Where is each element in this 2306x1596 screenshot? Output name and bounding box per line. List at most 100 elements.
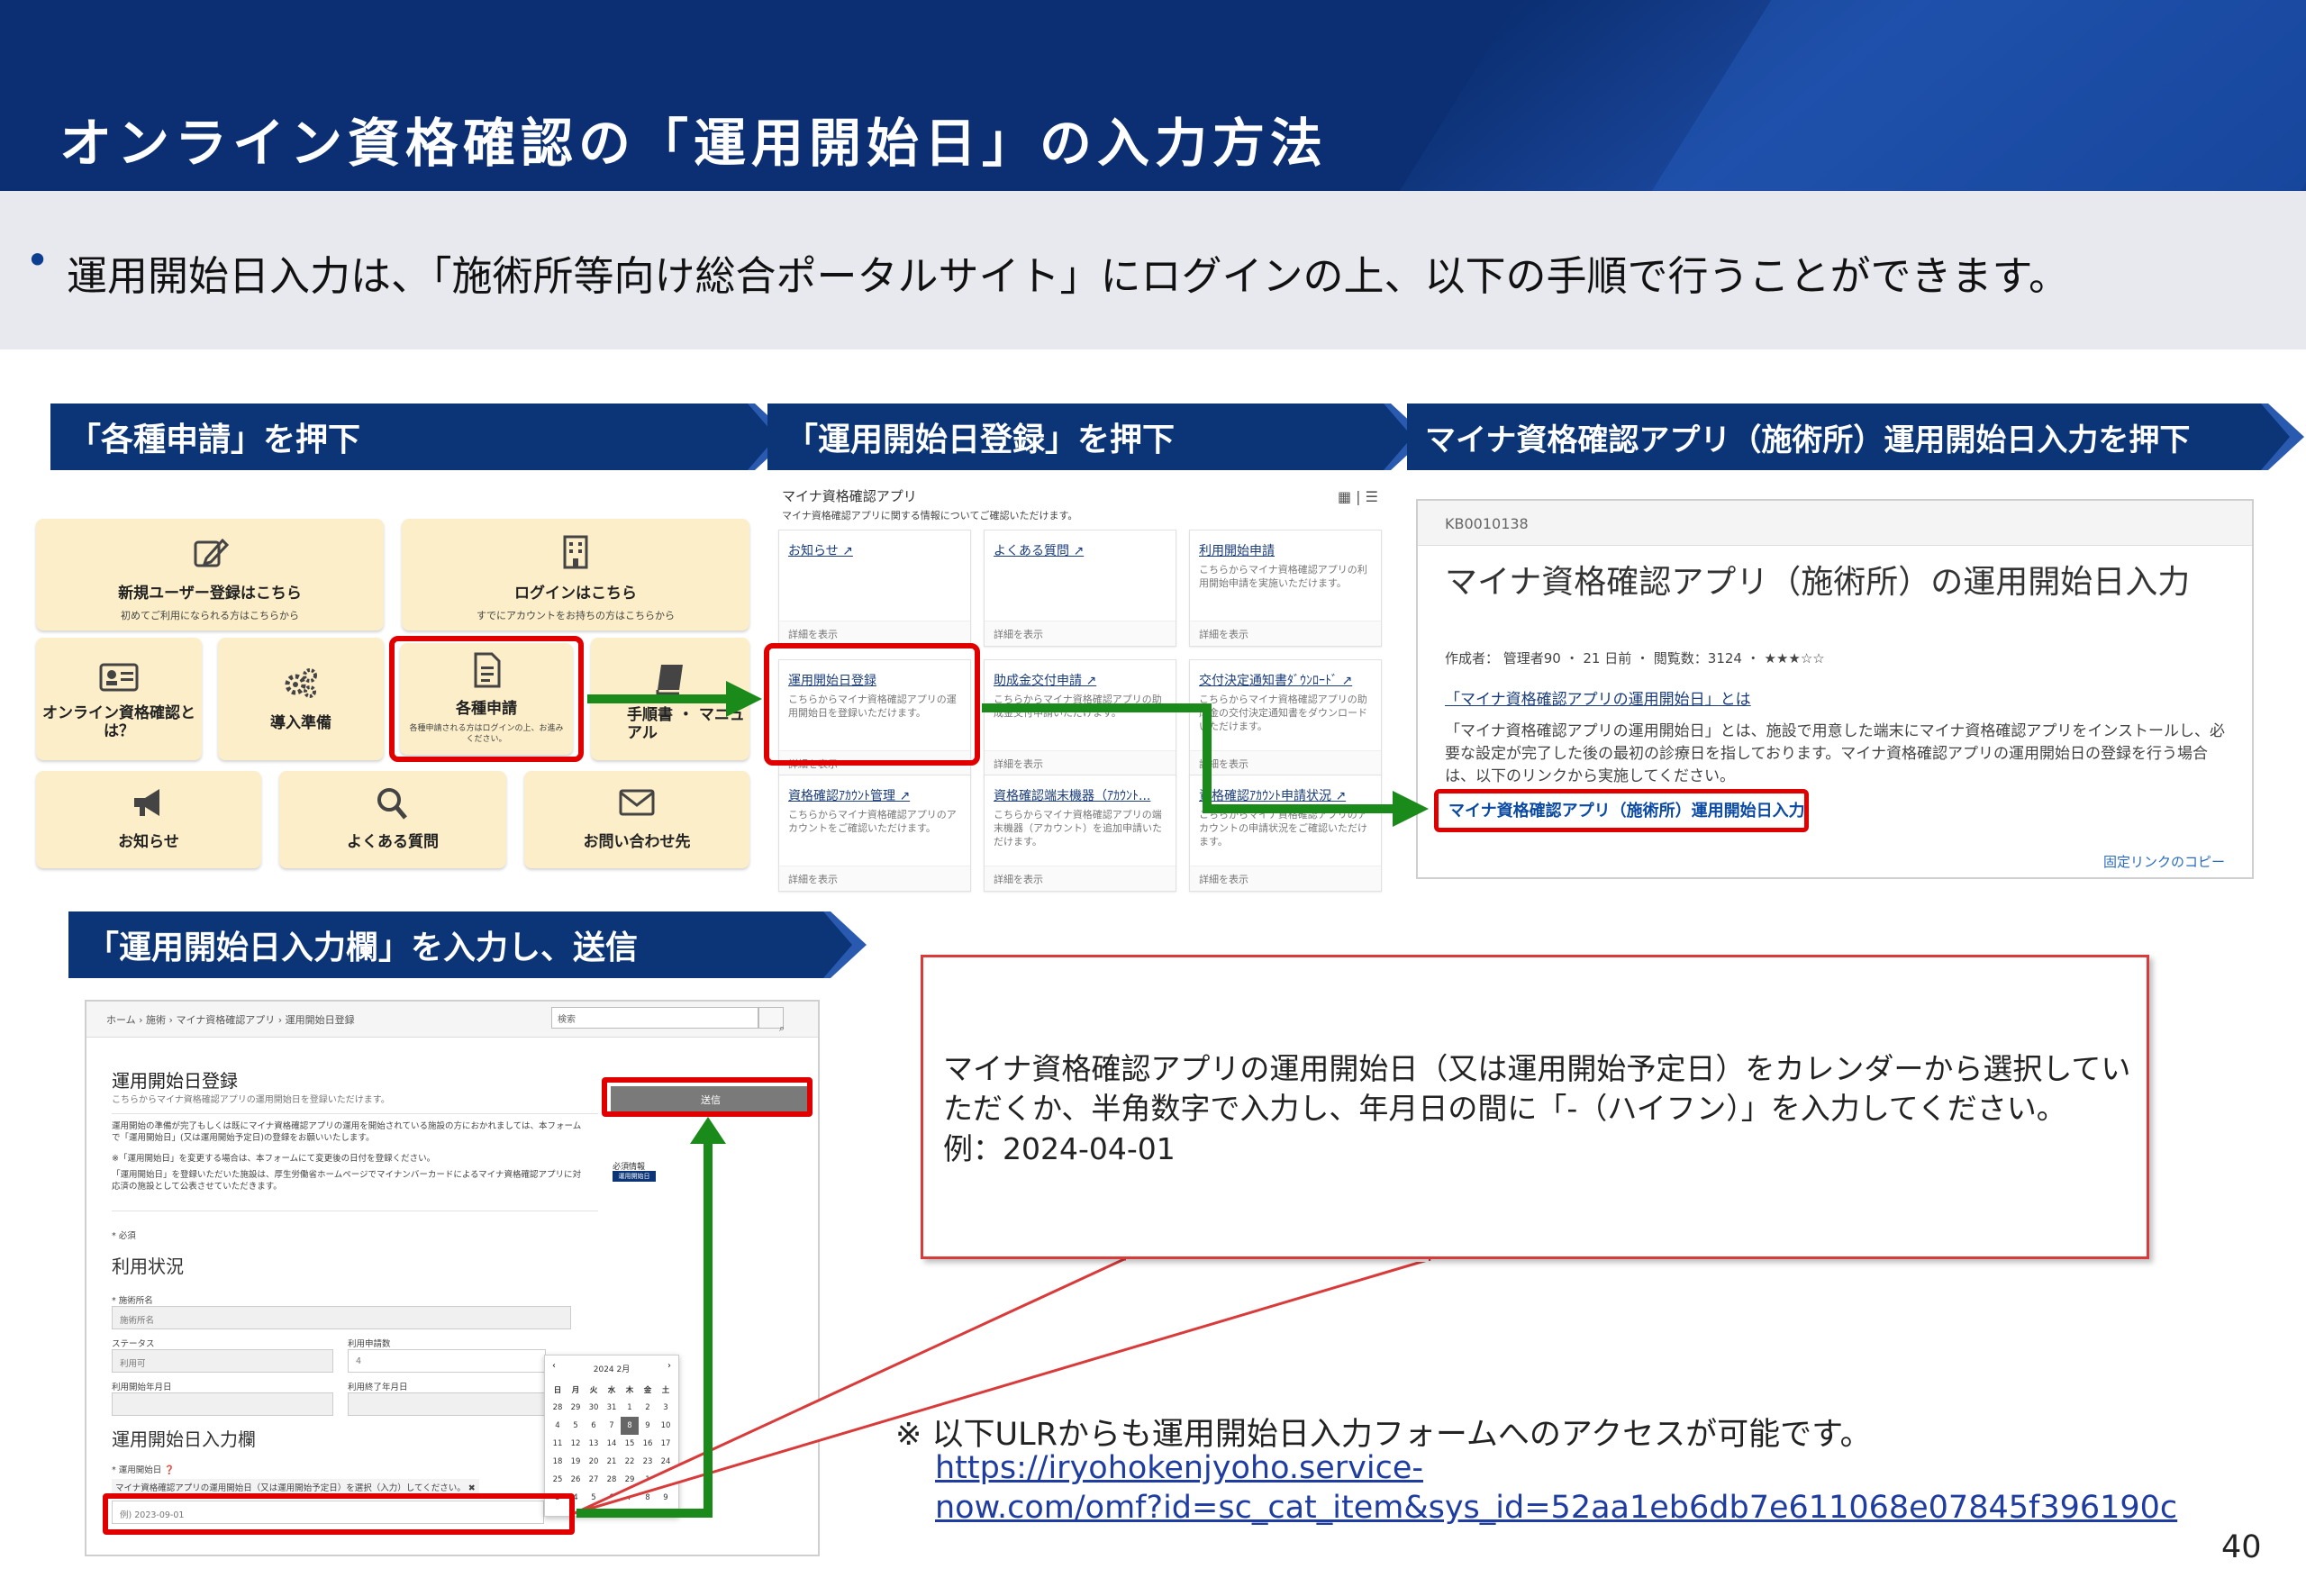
tile-title: よくある質問 [347,833,439,851]
card-title[interactable]: 交付決定通知書ﾀﾞｳﾝﾛｰﾄﾞ ↗ [1199,671,1352,689]
calendar-day[interactable]: 7 [603,1417,621,1435]
copy-permalink-link[interactable]: 固定リンクのコピー [2103,852,2225,871]
view-toggle-icon[interactable]: ▦ | ☰ [1338,488,1378,505]
calendar-day[interactable]: 4 [549,1417,567,1435]
tile-faq[interactable]: よくある質問 [279,771,506,868]
section-usage-status: 利用状況 [112,1256,184,1277]
calendar-day[interactable]: 30 [585,1399,603,1417]
date-picker[interactable]: ‹ 2024 2月 › 日月火水木金土 28 29 30 31 1 2 3 4 5 6 7 8 9 10… [544,1355,679,1517]
calendar-day[interactable]: 31 [603,1399,621,1417]
calendar-day[interactable]: 27 [585,1471,603,1489]
detail-link[interactable]: 詳細を表示 [994,872,1043,886]
calendar-day[interactable]: 29 [621,1471,639,1489]
calendar-day[interactable]: 14 [603,1435,621,1453]
tile-manuals[interactable]: 手順書 ・ マニュアル [591,638,749,760]
calendar-day[interactable]: 16 [639,1435,657,1453]
calendar-day[interactable]: 5 [567,1417,585,1435]
step4-ribbon: 「運用開始日入力欄」を入力し、送信 [68,911,852,978]
kb-header-bar: KB0010138 [1418,501,2252,546]
tile-contact[interactable]: お問い合わせ先 [524,771,749,868]
calendar-day[interactable]: 7 [621,1489,639,1507]
calendar-day[interactable]: 8 [639,1489,657,1507]
card-faq[interactable]: よくある質問 ↗ 詳細を表示 [984,530,1176,647]
card-usage-application[interactable]: 利用開始申請 こちらからマイナ資格確認アプリの利用開始申請を実施いただけます。 詳細… [1189,530,1382,647]
calendar-day[interactable]: 15 [621,1435,639,1453]
card-title[interactable]: よくある質問 ↗ [994,541,1084,559]
form-url-link[interactable]: https://iryohokenjyoho.service- [935,1450,1423,1486]
calendar-day[interactable]: 17 [657,1435,675,1453]
calendar-day[interactable]: 18 [549,1453,567,1471]
kb-heading-link[interactable]: 「マイナ資格確認アプリの運用開始日」とは [1445,686,1751,709]
calendar-day[interactable]: 1 [621,1399,639,1417]
card-device-account[interactable]: 資格確認端末機器（ｱｶｳﾝﾄ... こちらからマイナ資格確認アプリの端末機器（アカ… [984,775,1176,892]
card-title[interactable]: 資格確認端末機器（ｱｶｳﾝﾄ... [994,786,1150,804]
card-title[interactable]: お知らせ ↗ [788,541,853,559]
calendar-day[interactable]: 22 [621,1453,639,1471]
breadcrumb-text[interactable]: ホーム › 施術 › マイナ資格確認アプリ › 運用開始日登録 [106,1012,355,1027]
tile-new-user[interactable]: 新規ユーザー登録はこちら 初めてご利用になられる方はこちらから [36,519,384,630]
calendar-day[interactable]: 2 [639,1399,657,1417]
start-date-label: 利用開始年月日 [112,1383,172,1392]
calendar-day[interactable]: 28 [549,1399,567,1417]
form-url-link-cont[interactable]: now.com/omf?id=sc_cat_item&sys_id=52aa1e… [935,1490,2177,1526]
status-field: 利用可 [112,1349,333,1373]
calendar-day[interactable]: 29 [567,1399,585,1417]
calendar-day[interactable]: 28 [603,1471,621,1489]
tile-title: お知らせ [118,833,179,851]
detail-link[interactable]: 詳細を表示 [1199,627,1248,641]
card-title[interactable]: 利用開始申請 [1199,541,1275,559]
help-icon[interactable]: ❓ [164,1465,175,1475]
building-icon [563,535,588,569]
card-notice-download[interactable]: 交付決定通知書ﾀﾞｳﾝﾛｰﾄﾞ ↗ こちらからマイナ資格確認アプリの助成金の交付決… [1189,659,1382,776]
app-grid-title: マイナ資格確認アプリ [782,488,917,504]
detail-link[interactable]: 詳細を表示 [1199,872,1248,886]
calendar-day[interactable]: 9 [657,1489,675,1507]
edit-icon [194,538,230,567]
search-input[interactable]: 検索 [551,1007,758,1029]
card-subsidy-application[interactable]: 助成金交付申請 ↗ こちらからマイナ資格確認アプリの助成金交付申請いただけます。詳… [984,659,1176,776]
facility-label: * 施術所名 [112,1296,153,1306]
detail-link[interactable]: 詳細を表示 [994,757,1043,771]
calendar-day[interactable]: 6 [603,1489,621,1507]
detail-link[interactable]: 詳細を表示 [788,627,838,641]
calendar-day[interactable]: 20 [585,1453,603,1471]
card-title[interactable]: 資格確認ｱｶｳﾝﾄ申請状況 ↗ [1199,786,1346,804]
section-start-date-input: 運用開始日入力欄 [112,1428,256,1450]
calendar-day[interactable]: 3 [657,1399,675,1417]
close-icon[interactable]: ✖ [468,1483,476,1493]
form-paragraph: ※「運用開始日」を変更する場合は、本フォームにて変更後の日付を登録ください。 [112,1154,436,1164]
calendar-day[interactable]: 24 [657,1453,675,1471]
tile-news[interactable]: お知らせ [36,771,261,868]
calendar-day[interactable]: 2 [657,1471,675,1489]
calendar-day[interactable]: 10 [657,1417,675,1435]
tile-preparation[interactable]: 導入準備 [218,638,384,760]
card-account-management[interactable]: 資格確認ｱｶｳﾝﾄ管理 ↗ こちらからマイナ資格確認アプリのアカウントをご確認いた… [778,775,971,892]
calendar-day-selected[interactable]: 8 [621,1417,639,1435]
card-title[interactable]: 資格確認ｱｶｳﾝﾄ管理 ↗ [788,786,910,804]
calendar-day[interactable]: 19 [567,1453,585,1471]
card-account-status[interactable]: 資格確認ｱｶｳﾝﾄ申請状況 ↗ こちらからマイナ資格確認アプリのアカウントの申請状… [1189,775,1382,892]
calendar-day[interactable]: 13 [585,1435,603,1453]
calendar-day[interactable]: 11 [549,1435,567,1453]
card-news[interactable]: お知らせ ↗ 詳細を表示 [778,530,971,647]
calendar-day[interactable]: 25 [549,1471,567,1489]
chevron-right-icon[interactable]: › [667,1361,671,1371]
calendar-day[interactable]: 23 [639,1453,657,1471]
highlight-box-kb-link [1434,789,1809,832]
tile-login[interactable]: ログインはこちら すでにアカウントをお持ちの方はこちらから [402,519,749,630]
status-label: ステータス [112,1339,155,1349]
calendar-day[interactable]: 9 [639,1417,657,1435]
calendar-day[interactable]: 12 [567,1435,585,1453]
step1-ribbon: 「各種申請」を押下 [50,404,776,470]
search-button[interactable]: ⌕ [758,1007,785,1034]
calendar-day[interactable]: 5 [585,1489,603,1507]
detail-link[interactable]: 詳細を表示 [1199,757,1248,771]
calendar-day[interactable]: 21 [603,1453,621,1471]
calendar-day[interactable]: 1 [639,1471,657,1489]
calendar-day[interactable]: 6 [585,1417,603,1435]
card-title[interactable]: 助成金交付申請 ↗ [994,671,1096,689]
calendar-day[interactable]: 26 [567,1471,585,1489]
tile-about[interactable]: オンライン資格確認とは？ [36,638,202,760]
detail-link[interactable]: 詳細を表示 [994,627,1043,641]
detail-link[interactable]: 詳細を表示 [788,872,838,886]
